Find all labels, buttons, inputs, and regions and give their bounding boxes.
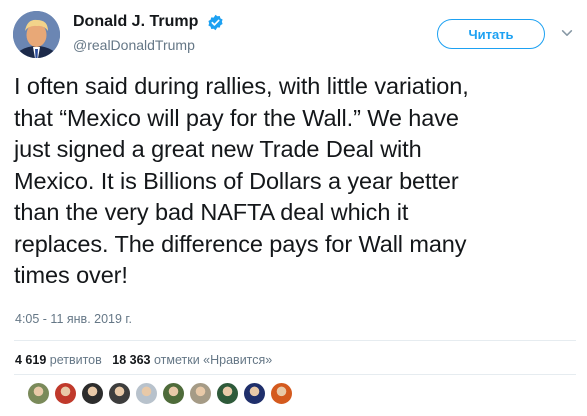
liker-avatar[interactable]: [216, 382, 239, 405]
liker-avatar[interactable]: [162, 382, 185, 405]
liker-avatar[interactable]: [243, 382, 266, 405]
likes-count: 18 363: [112, 353, 151, 367]
liker-avatar[interactable]: [54, 382, 77, 405]
liker-avatar[interactable]: [81, 382, 104, 405]
retweets-stat[interactable]: 4 619 ретвитов: [15, 353, 102, 367]
display-name[interactable]: Donald J. Trump: [73, 13, 198, 31]
retweets-label: ретвитов: [49, 353, 102, 367]
tweet-card: Donald J. Trump @realDonaldTrump Читать …: [0, 0, 587, 416]
liker-avatar[interactable]: [27, 382, 50, 405]
likes-stat[interactable]: 18 363 отметки «Нравится»: [112, 353, 272, 367]
divider: [14, 340, 576, 341]
liker-avatar[interactable]: [108, 382, 131, 405]
liker-avatar[interactable]: [135, 382, 158, 405]
avatar-portrait-icon: [13, 11, 60, 58]
liker-avatars: [27, 382, 297, 405]
tweet-stats: 4 619 ретвитов 18 363 отметки «Нравится»: [15, 353, 279, 367]
avatar[interactable]: [13, 11, 60, 58]
likes-label: отметки «Нравится»: [153, 353, 273, 367]
divider: [14, 374, 576, 375]
author-block: Donald J. Trump @realDonaldTrump: [73, 13, 224, 53]
user-handle[interactable]: @realDonaldTrump: [73, 37, 224, 53]
tweet-text: I often said during rallies, with little…: [14, 73, 469, 288]
liker-avatar[interactable]: [270, 382, 293, 405]
retweets-count: 4 619: [15, 353, 47, 367]
tweet-timestamp[interactable]: 4:05 - 11 янв. 2019 г.: [15, 312, 132, 326]
liker-avatar[interactable]: [189, 382, 212, 405]
verified-badge-icon: [207, 14, 224, 31]
chevron-down-icon[interactable]: [559, 25, 575, 41]
follow-button[interactable]: Читать: [437, 19, 545, 49]
